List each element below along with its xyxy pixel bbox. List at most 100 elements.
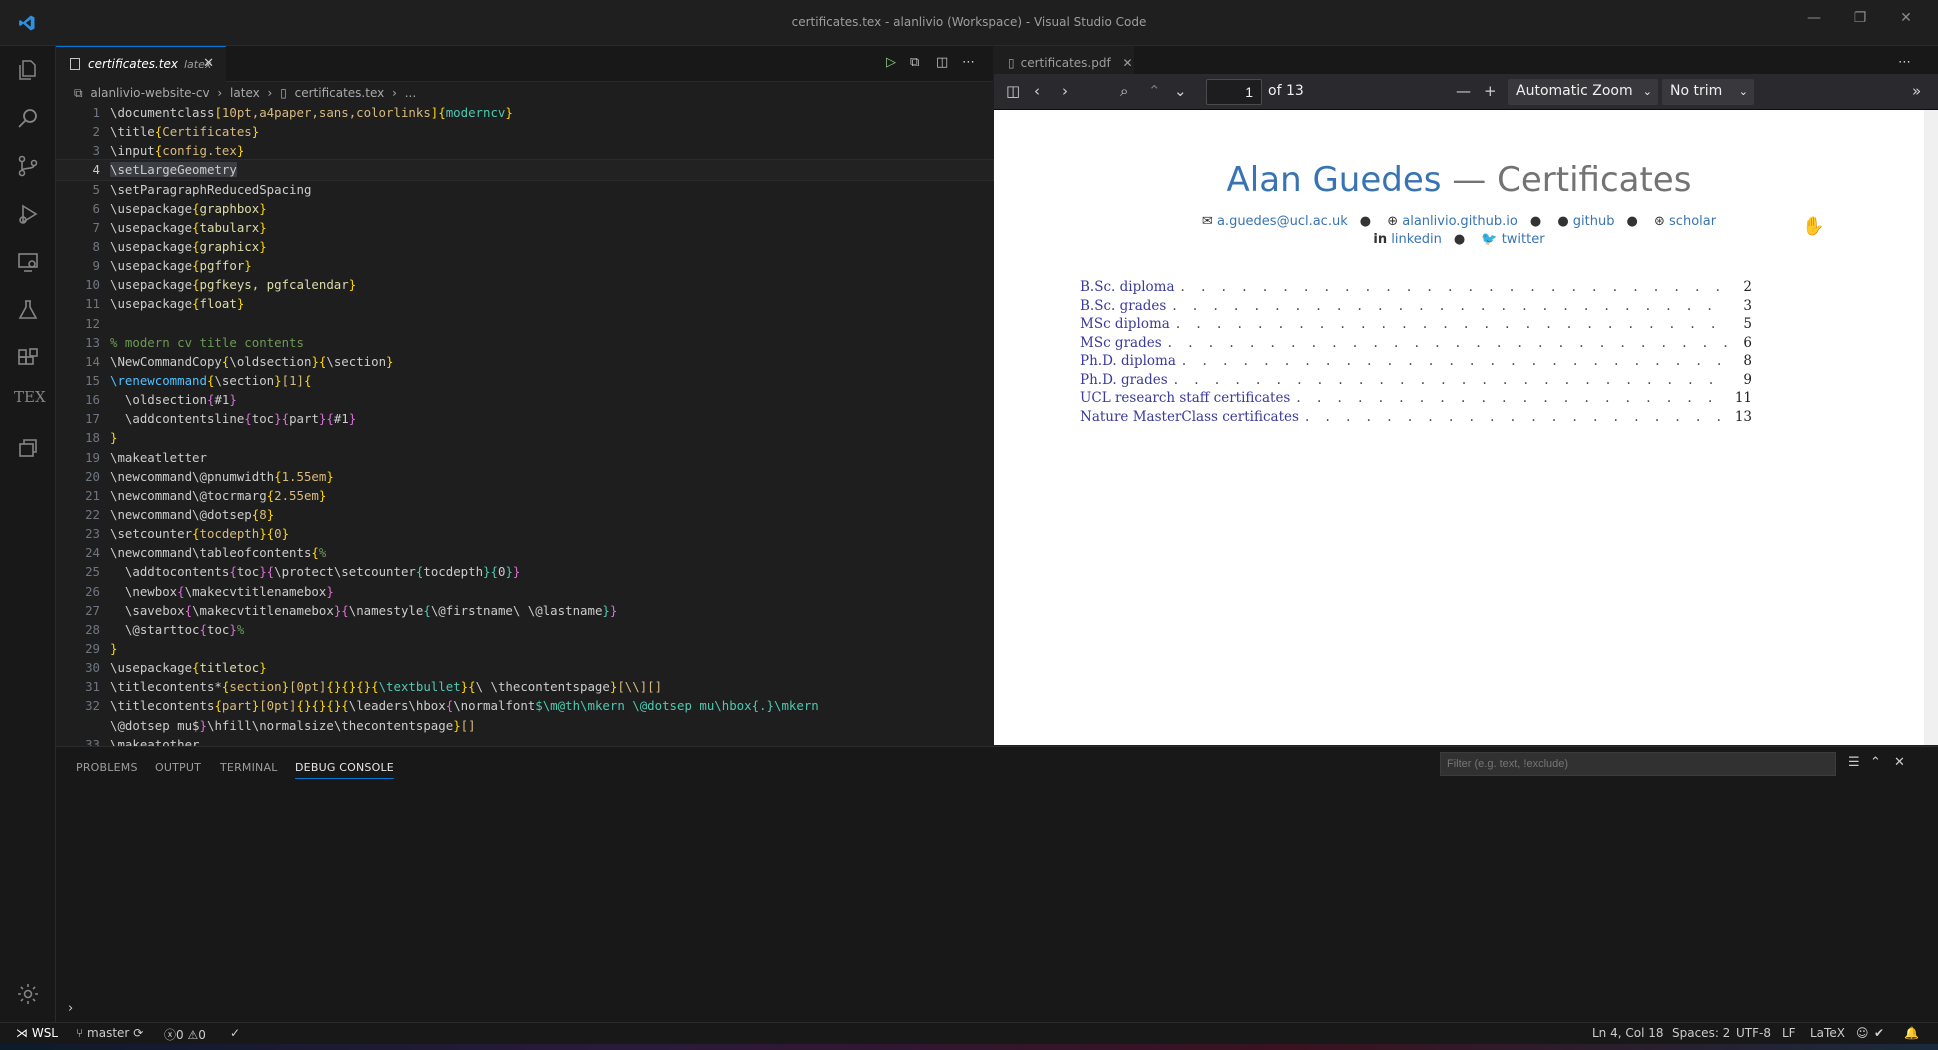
- page-number-input[interactable]: [1206, 79, 1262, 105]
- code-line[interactable]: 26 \newbox{\makecvtitlenamebox}: [56, 582, 993, 601]
- toc-entry[interactable]: Nature MasterClass certificates . . . . .…: [1080, 408, 1752, 427]
- notifications-bell-icon[interactable]: 🔔: [1904, 1026, 1919, 1040]
- code-line[interactable]: 25 \addtocontents{toc}{\protect\setcount…: [56, 562, 993, 581]
- tab-debug-console[interactable]: DEBUG CONSOLE: [295, 761, 394, 779]
- tools-menu-icon[interactable]: »: [1912, 82, 1921, 100]
- check-icon[interactable]: ✓: [230, 1026, 240, 1040]
- problems-indicator[interactable]: ⓧ0 ⚠0: [164, 1026, 206, 1043]
- code-line[interactable]: 8 \usepackage{graphicx}: [56, 237, 993, 256]
- code-line[interactable]: 31 \titlecontents*{section}[0pt]{}{}{}{\t…: [56, 677, 993, 696]
- back-icon[interactable]: ‹: [1034, 82, 1040, 100]
- breadcrumb-item[interactable]: certificates.tex: [295, 86, 385, 100]
- code-line[interactable]: 27 \savebox{\makecvtitlenamebox}{\namest…: [56, 601, 993, 620]
- code-line[interactable]: 5 \setParagraphReducedSpacing: [56, 180, 993, 199]
- code-line[interactable]: 22 \newcommand\@dotsep{8}: [56, 505, 993, 524]
- toc-entry[interactable]: UCL research staff certificates . . . . .…: [1080, 389, 1752, 408]
- run-icon[interactable]: ▷: [886, 55, 896, 70]
- breadcrumb-item[interactable]: ...: [405, 86, 416, 100]
- account-icon[interactable]: ☺: [1856, 1026, 1869, 1040]
- explorer-icon[interactable]: [16, 58, 40, 82]
- console-prompt-icon[interactable]: ›: [68, 1001, 73, 1016]
- tab-terminal[interactable]: TERMINAL: [220, 761, 278, 774]
- pdf-scrollbar[interactable]: [1924, 110, 1938, 745]
- more-actions-icon[interactable]: ⋯: [1898, 55, 1911, 70]
- split-editor-icon[interactable]: ◫: [936, 55, 948, 70]
- find-icon[interactable]: ⌕: [1120, 82, 1128, 100]
- remote-indicator[interactable]: ⋊ WSL: [10, 1023, 64, 1045]
- code-line[interactable]: \@dotsep mu$}\hfill\normalsize\theconten…: [56, 716, 993, 735]
- code-line[interactable]: 24 \newcommand\tableofcontents{%: [56, 543, 993, 562]
- code-line[interactable]: 23 \setcounter{tocdepth}{0}: [56, 524, 993, 543]
- close-window-button[interactable]: ✕: [1894, 10, 1918, 26]
- copilot-icon[interactable]: ✔: [1874, 1026, 1884, 1040]
- pdf-page[interactable]: Alan Guedes — Certificates ✉ a.guedes@uc…: [994, 110, 1924, 745]
- code-line[interactable]: 6 \usepackage{graphbox}: [56, 199, 993, 218]
- code-line[interactable]: 32 \titlecontents{part}[0pt]{}{}{}{\leade…: [56, 696, 993, 715]
- breadcrumb-item[interactable]: alanlivio-website-cv: [90, 86, 209, 100]
- toc-entry[interactable]: MSc diploma . . . . . . . . . . . . . . .…: [1080, 315, 1752, 334]
- trim-select[interactable]: No trim ⌄: [1662, 79, 1754, 105]
- code-line[interactable]: 13 % modern cv title contents: [56, 333, 993, 352]
- close-tab-icon[interactable]: ✕: [1123, 56, 1133, 70]
- maximize-panel-icon[interactable]: ⌃: [1870, 755, 1881, 770]
- restore-button[interactable]: ❐: [1848, 10, 1872, 26]
- remote-explorer-icon[interactable]: [16, 250, 40, 274]
- code-area[interactable]: 1 \documentclass[10pt,a4paper,sans,colorl…: [55, 103, 994, 754]
- code-line[interactable]: 19 \makeatletter: [56, 448, 993, 467]
- extensions-icon[interactable]: [16, 346, 40, 370]
- tex-icon[interactable]: TEX: [14, 388, 46, 406]
- minimize-button[interactable]: —: [1802, 10, 1826, 26]
- tab-certificates-tex[interactable]: certificates.tex latex ✕: [56, 46, 226, 82]
- zoom-select[interactable]: Automatic Zoom ⌄: [1508, 79, 1658, 105]
- code-line[interactable]: 18}: [56, 428, 993, 447]
- more-actions-icon[interactable]: ⋯: [962, 55, 975, 70]
- code-line[interactable]: 17 \addcontentsline{toc}{part}{#1}: [56, 409, 993, 428]
- open-preview-icon[interactable]: ⧉: [910, 55, 919, 70]
- filter-input[interactable]: [1440, 752, 1836, 776]
- code-line[interactable]: 3 \input{config.tex}: [56, 141, 993, 160]
- breadcrumb-item[interactable]: latex: [230, 86, 260, 100]
- encoding[interactable]: UTF-8: [1736, 1026, 1771, 1040]
- branch-indicator[interactable]: ⑂ master ⟳: [76, 1026, 143, 1040]
- code-line[interactable]: 16 \oldsection{#1}: [56, 390, 993, 409]
- settings-gear-icon[interactable]: [16, 982, 40, 1006]
- run-debug-icon[interactable]: [16, 202, 40, 226]
- code-line[interactable]: 20 \newcommand\@pnumwidth{1.55em}: [56, 467, 993, 486]
- previous-page-icon[interactable]: ⌃: [1148, 82, 1161, 100]
- code-line[interactable]: 14 \NewCommandCopy{\oldsection}{\section}: [56, 352, 993, 371]
- code-line[interactable]: 21 \newcommand\@tocrmarg{2.55em}: [56, 486, 993, 505]
- language-mode[interactable]: LaTeX: [1810, 1026, 1845, 1040]
- tab-output[interactable]: OUTPUT: [155, 761, 201, 774]
- search-icon[interactable]: [16, 106, 40, 130]
- close-tab-icon[interactable]: ✕: [203, 56, 214, 71]
- toc-entry[interactable]: Ph.D. diploma . . . . . . . . . . . . . .…: [1080, 352, 1752, 371]
- code-line[interactable]: 7 \usepackage{tabularx}: [56, 218, 993, 237]
- tab-problems[interactable]: PROBLEMS: [76, 761, 138, 774]
- zoom-out-icon[interactable]: —: [1456, 82, 1471, 100]
- clear-console-icon[interactable]: ☰: [1848, 755, 1860, 770]
- code-line[interactable]: 15 \renewcommand{\section}[1]{: [56, 371, 993, 390]
- code-line[interactable]: 9 \usepackage{pgffor}: [56, 256, 993, 275]
- tabs-icon[interactable]: [16, 436, 40, 460]
- toc-entry[interactable]: B.Sc. diploma . . . . . . . . . . . . . .…: [1080, 278, 1752, 297]
- code-line[interactable]: 2 \title{Certificates}: [56, 122, 993, 141]
- code-line[interactable]: 11 \usepackage{float}: [56, 294, 993, 313]
- cursor-position[interactable]: Ln 4, Col 18: [1592, 1026, 1664, 1040]
- code-line[interactable]: 30 \usepackage{titletoc}: [56, 658, 993, 677]
- line-ending[interactable]: LF: [1782, 1026, 1796, 1040]
- code-line[interactable]: 10 \usepackage{pgfkeys, pgfcalendar}: [56, 275, 993, 294]
- code-line[interactable]: 28 \@starttoc{toc}%: [56, 620, 993, 639]
- forward-icon[interactable]: ›: [1062, 82, 1068, 100]
- toc-entry[interactable]: MSc grades . . . . . . . . . . . . . . . …: [1080, 334, 1752, 353]
- testing-icon[interactable]: [16, 298, 40, 322]
- source-control-icon[interactable]: [16, 154, 40, 178]
- close-panel-icon[interactable]: ✕: [1894, 755, 1905, 770]
- toc-entry[interactable]: B.Sc. grades . . . . . . . . . . . . . . …: [1080, 297, 1752, 316]
- indentation[interactable]: Spaces: 2: [1672, 1026, 1730, 1040]
- code-line[interactable]: 29}: [56, 639, 993, 658]
- code-line[interactable]: 12: [56, 314, 993, 333]
- code-line[interactable]: 1 \documentclass[10pt,a4paper,sans,colorl…: [56, 103, 993, 122]
- next-page-icon[interactable]: ⌄: [1174, 82, 1187, 100]
- toc-entry[interactable]: Ph.D. grades . . . . . . . . . . . . . . …: [1080, 371, 1752, 390]
- sidebar-toggle-icon[interactable]: ◫: [1006, 82, 1020, 100]
